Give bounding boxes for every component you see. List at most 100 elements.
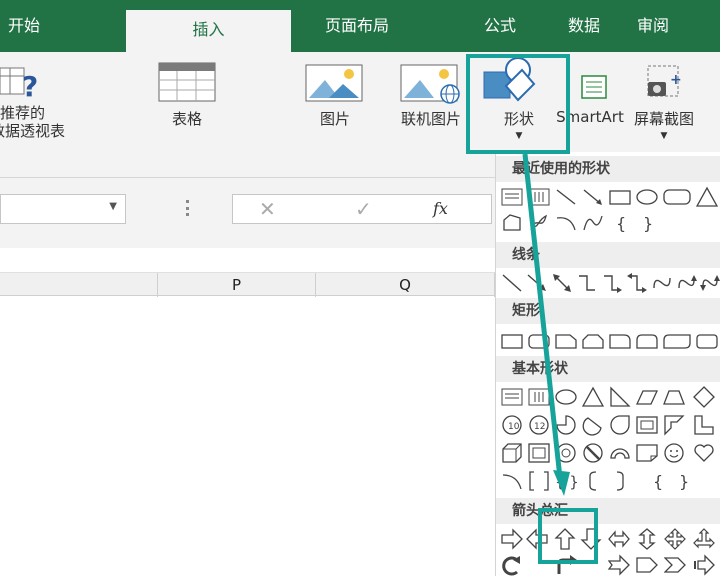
shape-decagon-icon[interactable]: 10 bbox=[501, 414, 523, 436]
shape-arc-icon[interactable] bbox=[555, 212, 577, 234]
pictures-button[interactable]: 图片 bbox=[305, 108, 365, 129]
screenshot-button[interactable]: 屏幕截图 ▼ bbox=[628, 108, 700, 141]
shape-line-arrow-icon[interactable] bbox=[526, 272, 548, 294]
shape-rectangle-icon[interactable] bbox=[609, 186, 631, 208]
shape-round-single-corner-rect-icon[interactable] bbox=[609, 330, 631, 352]
shape-double-brace-icon[interactable]: { } bbox=[555, 470, 577, 492]
shape-teardrop-icon[interactable] bbox=[609, 414, 631, 436]
shape-right-triangle-icon[interactable] bbox=[609, 386, 631, 408]
shape-smiley-icon[interactable] bbox=[663, 442, 685, 464]
name-box[interactable]: ▼ bbox=[0, 194, 126, 224]
insert-function-icon[interactable]: fx bbox=[433, 199, 448, 218]
tab-home[interactable]: 开始 bbox=[8, 14, 40, 52]
tab-page-layout[interactable]: 页面布局 bbox=[325, 14, 389, 52]
shape-curved-connector-icon[interactable] bbox=[651, 272, 673, 294]
shape-double-bracket-icon[interactable] bbox=[528, 470, 550, 492]
shape-heart-icon[interactable] bbox=[693, 442, 715, 464]
shape-left-brace-2-icon[interactable]: { bbox=[646, 470, 668, 492]
worksheet-grid[interactable] bbox=[0, 297, 495, 576]
shape-right-arrow-icon[interactable] bbox=[501, 528, 523, 550]
recommended-pivot-icon: ? bbox=[0, 62, 40, 104]
shape-elbow-arrow-icon[interactable] bbox=[601, 272, 623, 294]
shape-line-plain-icon[interactable] bbox=[501, 272, 523, 294]
shape-line-double-arrow-icon[interactable] bbox=[551, 272, 573, 294]
shape-basic-oval-icon[interactable] bbox=[555, 386, 577, 408]
shape-left-right-up-arrow-icon[interactable] bbox=[693, 528, 715, 550]
recommended-pivot-button[interactable]: 推荐的 数据透视表 bbox=[0, 104, 65, 140]
tab-formulas[interactable]: 公式 bbox=[484, 14, 516, 52]
shape-quad-arrow-icon[interactable] bbox=[664, 528, 686, 550]
shape-parallelogram-icon[interactable] bbox=[636, 386, 658, 408]
shape-frame-icon[interactable] bbox=[636, 414, 658, 436]
table-button[interactable]: 表格 bbox=[158, 108, 216, 129]
shape-basic-textbox-icon[interactable] bbox=[501, 386, 523, 408]
shape-elbow-double-arrow-icon[interactable] bbox=[626, 272, 648, 294]
shape-rect-partial-icon[interactable] bbox=[696, 330, 718, 352]
cancel-icon[interactable]: ✕ bbox=[259, 197, 276, 221]
shape-diamond-icon[interactable] bbox=[693, 386, 715, 408]
shape-right-brace-2-icon[interactable]: } bbox=[672, 470, 694, 492]
shape-up-down-arrow-icon[interactable] bbox=[636, 528, 658, 550]
svg-text:+: + bbox=[670, 72, 682, 88]
formula-buttons: ✕ ✓ fx bbox=[232, 194, 492, 224]
online-pictures-button[interactable]: 联机图片 bbox=[384, 108, 478, 129]
shape-oval-icon[interactable] bbox=[636, 186, 658, 208]
shape-basic-vertical-textbox-icon[interactable] bbox=[528, 386, 550, 408]
shape-dodecagon-icon[interactable]: 12 bbox=[528, 414, 550, 436]
shape-half-frame-icon[interactable] bbox=[663, 414, 685, 436]
shape-block-arc-icon[interactable] bbox=[609, 442, 631, 464]
tab-data[interactable]: 数据 bbox=[568, 14, 600, 52]
shape-curved-arrow-connector-icon[interactable] bbox=[676, 272, 698, 294]
shape-curve-icon[interactable] bbox=[582, 212, 604, 234]
shape-right-brace-icon[interactable]: } bbox=[636, 212, 658, 234]
tab-review[interactable]: 审阅 bbox=[637, 14, 669, 52]
shape-left-bracket-icon[interactable] bbox=[582, 470, 604, 492]
shape-round-same-side-rect-icon[interactable] bbox=[636, 330, 658, 352]
shape-textbox-icon[interactable] bbox=[501, 186, 523, 208]
section-recent-shapes: 最近使用的形状 bbox=[496, 156, 720, 182]
column-header-o[interactable] bbox=[0, 273, 158, 297]
shape-rounded-rect-2-icon[interactable] bbox=[528, 330, 550, 352]
column-header-p[interactable]: P bbox=[158, 273, 316, 297]
shape-l-shape-icon[interactable] bbox=[693, 414, 715, 436]
shape-vertical-textbox-icon[interactable] bbox=[528, 186, 550, 208]
ribbon-group-labels-strip bbox=[0, 152, 495, 178]
shape-left-brace-icon[interactable]: { bbox=[609, 212, 631, 234]
shape-chord-icon[interactable] bbox=[582, 414, 604, 436]
shape-scribble-icon[interactable] bbox=[528, 212, 550, 234]
shape-chevron-icon[interactable] bbox=[664, 554, 686, 576]
shape-triangle-icon[interactable] bbox=[696, 186, 718, 208]
tab-insert[interactable]: 插入 bbox=[126, 10, 291, 52]
column-header-q[interactable]: Q bbox=[316, 273, 495, 297]
shape-circular-arrow-icon[interactable] bbox=[501, 554, 523, 576]
shape-line-icon[interactable] bbox=[555, 186, 577, 208]
shape-bevel-icon[interactable] bbox=[528, 442, 550, 464]
shape-moon-arc-icon[interactable] bbox=[501, 470, 523, 492]
enter-icon[interactable]: ✓ bbox=[355, 197, 372, 221]
shape-round-diagonal-rect-icon[interactable] bbox=[663, 330, 691, 352]
shape-rounded-rect-icon[interactable] bbox=[663, 186, 691, 208]
pictures-icon bbox=[305, 64, 365, 108]
shape-curved-double-arrow-icon[interactable] bbox=[699, 272, 720, 294]
shape-right-bracket-icon[interactable] bbox=[609, 470, 631, 492]
shape-notched-right-arrow-icon[interactable] bbox=[608, 554, 630, 576]
shape-pentagon-arrow-icon[interactable] bbox=[636, 554, 658, 576]
formula-bar-grip-icon[interactable] bbox=[186, 200, 189, 216]
shape-snip-same-side-rect-icon[interactable] bbox=[582, 330, 604, 352]
shape-left-right-arrow-icon[interactable] bbox=[608, 528, 630, 550]
shape-donut-icon[interactable] bbox=[555, 442, 577, 464]
shape-rect-icon[interactable] bbox=[501, 330, 523, 352]
shape-trapezoid-icon[interactable] bbox=[663, 386, 685, 408]
name-box-dropdown-icon[interactable]: ▼ bbox=[109, 201, 117, 212]
shape-no-symbol-icon[interactable] bbox=[582, 442, 604, 464]
shape-pie-icon[interactable] bbox=[555, 414, 577, 436]
shape-striped-right-arrow-icon[interactable] bbox=[693, 554, 715, 576]
online-pictures-icon bbox=[400, 64, 464, 108]
shape-elbow-connector-icon[interactable] bbox=[576, 272, 598, 294]
shape-isosceles-triangle-icon[interactable] bbox=[582, 386, 604, 408]
shape-freeform-icon[interactable] bbox=[501, 212, 523, 234]
shape-cube-icon[interactable] bbox=[501, 442, 523, 464]
shape-arrow-line-icon[interactable] bbox=[582, 186, 604, 208]
shape-snip-corner-rect-icon[interactable] bbox=[555, 330, 577, 352]
shape-folded-corner-icon[interactable] bbox=[636, 442, 658, 464]
